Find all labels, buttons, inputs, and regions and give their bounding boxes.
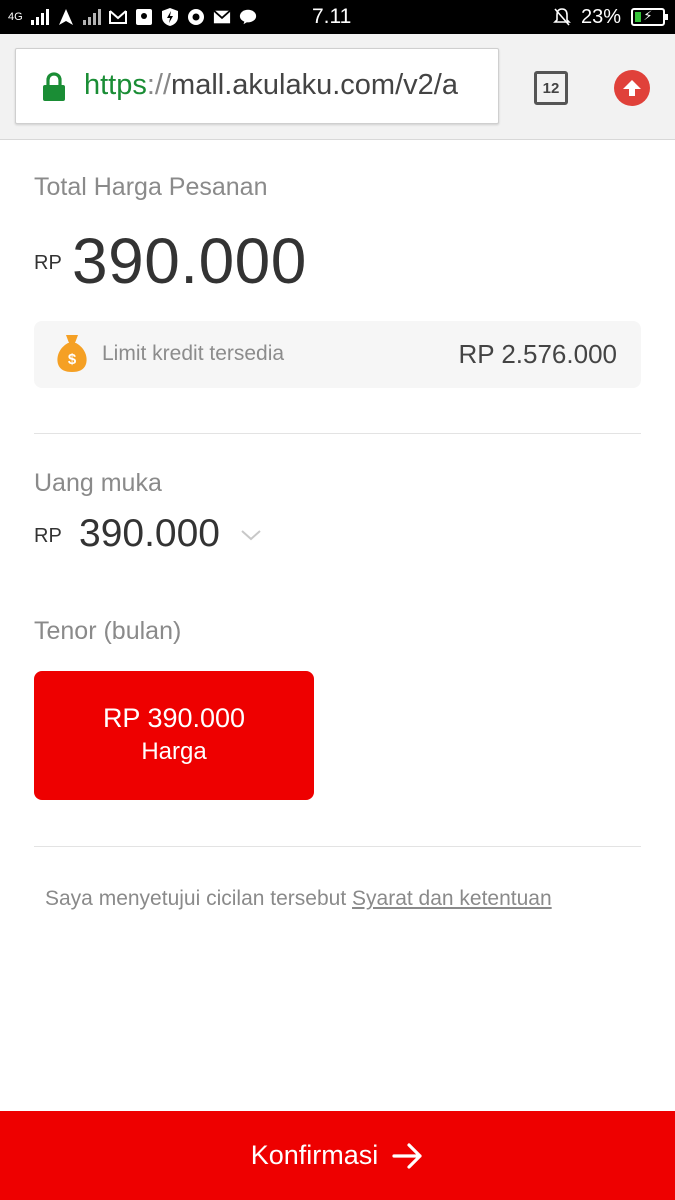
agreement-statement: Saya menyetujui cicilan tersebut xyxy=(45,887,347,910)
tenor-option-card[interactable]: RP 390.000 Harga xyxy=(34,671,314,800)
status-icons-right: 23% ⚡ xyxy=(553,5,668,29)
address-bar[interactable]: https://mall.akulaku.com/v2/a xyxy=(15,48,499,124)
down-payment-label: Uang muka xyxy=(34,469,162,497)
tenor-option-price: RP 390.000 xyxy=(102,703,246,733)
total-price-label: Total Harga Pesanan xyxy=(34,173,268,201)
url-separator: :// xyxy=(146,69,172,101)
url-text[interactable]: https://mall.akulaku.com/v2/a xyxy=(84,69,458,102)
status-time: 7.11 xyxy=(312,5,352,28)
network-type-label: 4G xyxy=(8,11,23,23)
chrome-icon xyxy=(187,8,205,26)
divider-2 xyxy=(34,846,641,847)
url-scheme: https xyxy=(84,69,147,101)
battery-percent: 23% xyxy=(580,5,621,28)
svg-text:$: $ xyxy=(68,351,77,368)
confirm-button-label: Konfirmasi xyxy=(250,1140,379,1170)
url-path: mall.akulaku.com/v2/a xyxy=(171,69,458,101)
status-icons-left: 4G xyxy=(8,6,257,28)
money-bag-icon: $ xyxy=(57,335,87,372)
signal-icon xyxy=(30,9,49,25)
bell-muted-icon xyxy=(553,8,571,26)
down-payment-currency: RP xyxy=(34,525,62,547)
browser-toolbar: https://mall.akulaku.com/v2/a 12 xyxy=(0,34,675,140)
maps-icon xyxy=(135,8,153,26)
battery-charging-icon: ⚡ xyxy=(631,8,668,26)
agreement-text: Saya menyetujui cicilan tersebut Syarat … xyxy=(45,887,552,911)
navigation-icon xyxy=(57,8,75,26)
line-icon xyxy=(239,8,257,26)
credit-limit-label: Limit kredit tersedia xyxy=(102,342,285,365)
gmail-icon xyxy=(108,8,127,26)
total-currency-label: RP xyxy=(34,252,62,274)
tenor-option-subtitle: Harga xyxy=(141,738,207,765)
chevron-down-icon[interactable] xyxy=(240,528,262,542)
arrow-right-icon xyxy=(392,1142,422,1169)
total-amount: 390.000 xyxy=(72,225,307,297)
shield-icon xyxy=(161,8,179,26)
credit-limit-value: RP 2.576.000 xyxy=(458,339,617,369)
down-payment-select[interactable]: 390.000 xyxy=(79,512,220,556)
confirm-button[interactable]: Konfirmasi xyxy=(0,1111,675,1200)
divider xyxy=(34,433,641,434)
tab-switcher-button[interactable]: 12 xyxy=(534,71,568,105)
status-bar: 4G 7.11 23% ⚡ xyxy=(0,0,675,34)
signal-icon-2 xyxy=(82,9,101,25)
mail-icon xyxy=(212,8,231,26)
tenor-label: Tenor (bulan) xyxy=(34,617,182,645)
bolt-icon: ⚡ xyxy=(643,8,653,23)
update-arrow-icon[interactable] xyxy=(614,70,650,106)
terms-link[interactable]: Syarat dan ketentuan xyxy=(352,887,552,910)
credit-limit-box: $ Limit kredit tersedia RP 2.576.000 xyxy=(34,321,641,388)
lock-icon xyxy=(43,72,65,101)
